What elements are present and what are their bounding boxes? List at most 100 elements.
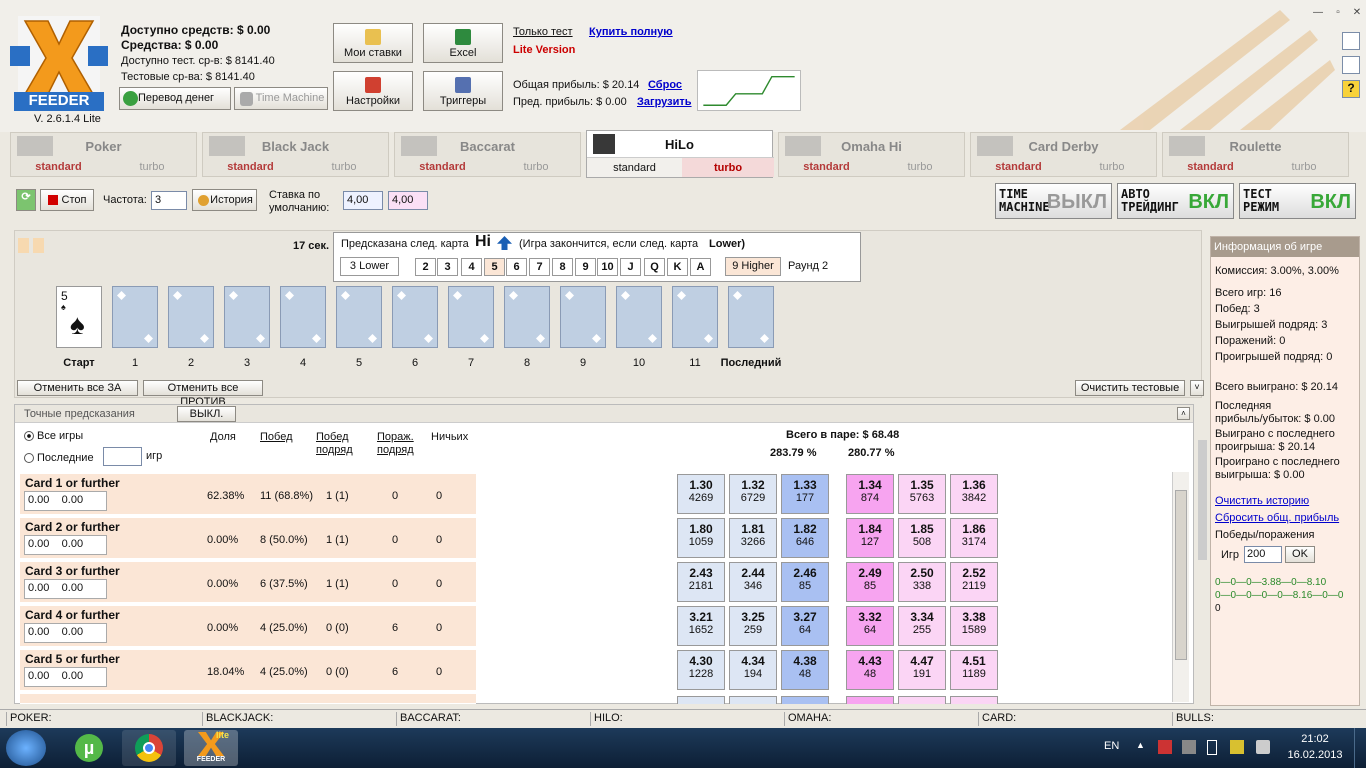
clear-history-link[interactable]: Очистить историю (1215, 495, 1309, 508)
splitter[interactable] (1196, 420, 1209, 704)
auto-trading-toggle[interactable]: АВТО ТРЕЙДИНГ ВКЛ (1117, 183, 1234, 219)
back-odds-button[interactable]: 1.33 177 (781, 474, 829, 514)
back-odds-button[interactable]: 1.81 3266 (729, 518, 777, 558)
lay-odds-button[interactable]: 3.34 255 (898, 606, 946, 646)
tab-omaha[interactable]: Omaha Hi standard turbo (778, 132, 965, 177)
lay-odds-button[interactable]: 4.51 1189 (950, 650, 998, 690)
only-test-link[interactable]: Только тест (513, 26, 573, 38)
lay-odds-button[interactable]: 3.32 64 (846, 606, 894, 646)
tab-card-derby[interactable]: Card Derby standard turbo (970, 132, 1157, 177)
tab-standard[interactable]: standard (395, 161, 490, 173)
tray-expand-icon[interactable]: ▲ (1136, 740, 1145, 750)
col-loss-streak[interactable]: Пораж. подряд (377, 431, 417, 457)
odds-button-partial[interactable] (677, 696, 725, 704)
frequency-stepper[interactable]: 3 (151, 191, 187, 210)
maximize-icon[interactable]: ▫ (1332, 8, 1344, 20)
clear-test-button[interactable]: Очистить тестовые (1075, 380, 1185, 396)
clock-date[interactable]: 16.02.2013 (1283, 749, 1347, 761)
row-stake-input[interactable]: 0.00 0.00 (24, 491, 107, 511)
battery-icon[interactable] (1207, 740, 1217, 755)
tab-turbo[interactable]: turbo (1066, 161, 1158, 173)
back-odds-button[interactable]: 2.44 346 (729, 562, 777, 602)
lay-odds-button[interactable]: 2.50 338 (898, 562, 946, 602)
utorrent-taskbar-button[interactable]: µ (62, 730, 116, 766)
tab-standard[interactable]: standard (971, 161, 1066, 173)
scrollbar[interactable] (1172, 472, 1189, 702)
back-odds-button[interactable]: 2.43 2181 (677, 562, 725, 602)
back-odds-button[interactable]: 1.32 6729 (729, 474, 777, 514)
reset-link[interactable]: Сброс (648, 79, 682, 91)
transfer-money-button[interactable]: Перевод денег (119, 87, 231, 110)
test-mode-toggle[interactable]: ТЕСТ РЕЖИМ ВКЛ (1239, 183, 1356, 219)
chrome-taskbar-button[interactable] (122, 730, 176, 766)
my-bets-button[interactable]: Мои ставки (333, 23, 413, 63)
default-bet-back-input[interactable]: 4,00 (343, 191, 383, 210)
last-games-radio[interactable] (24, 453, 34, 463)
cancel-all-for-button[interactable]: Отменить все ЗА (17, 380, 138, 396)
stop-button[interactable]: Стоп (40, 189, 94, 211)
tab-turbo[interactable]: turbo (298, 161, 390, 173)
collapse-icon[interactable]: ˅ (1190, 380, 1204, 396)
tab-standard[interactable]: standard (1163, 161, 1258, 173)
tab-turbo[interactable]: turbo (490, 161, 582, 173)
usb-icon[interactable] (1182, 740, 1196, 754)
triggers-button[interactable]: Триггеры (423, 71, 503, 111)
tab-turbo[interactable]: turbo (1258, 161, 1350, 173)
back-odds-button[interactable]: 1.80 1059 (677, 518, 725, 558)
back-odds-button[interactable]: 1.82 646 (781, 518, 829, 558)
col-win-streak[interactable]: Побед подряд (316, 431, 356, 457)
lay-odds-button[interactable]: 1.36 3842 (950, 474, 998, 514)
back-odds-button[interactable]: 4.34 194 (729, 650, 777, 690)
back-odds-button[interactable]: 2.46 85 (781, 562, 829, 602)
back-odds-button[interactable]: 3.25 259 (729, 606, 777, 646)
close-icon[interactable]: ✕ (1351, 8, 1363, 20)
splitter-handle[interactable] (1198, 440, 1207, 560)
odds-button-partial[interactable] (950, 696, 998, 704)
back-odds-button[interactable]: 3.27 64 (781, 606, 829, 646)
odds-button-partial[interactable] (846, 696, 894, 704)
row-stake-input[interactable]: 0.00 0.00 (24, 579, 107, 599)
clock-time[interactable]: 21:02 (1288, 733, 1342, 745)
history-button[interactable]: История (192, 189, 257, 211)
lay-odds-button[interactable]: 1.35 5763 (898, 474, 946, 514)
cancel-all-against-button[interactable]: Отменить все ПРОТИВ (143, 380, 263, 408)
all-games-radio[interactable] (24, 431, 34, 441)
default-bet-lay-input[interactable]: 4,00 (388, 191, 428, 210)
signal-icon[interactable] (1230, 740, 1244, 754)
tab-roulette[interactable]: Roulette standard turbo (1162, 132, 1349, 177)
lay-odds-button[interactable]: 2.49 85 (846, 562, 894, 602)
language-indicator[interactable]: EN (1104, 740, 1119, 752)
odds-button-partial[interactable] (781, 696, 829, 704)
tab-standard[interactable]: standard (203, 161, 298, 173)
volume-icon[interactable] (1256, 740, 1270, 754)
show-desktop-button[interactable] (1354, 728, 1366, 768)
tab-turbo[interactable]: turbo (874, 161, 966, 173)
predictions-off-button[interactable]: ВЫКЛ. (177, 406, 236, 422)
odds-button-partial[interactable] (729, 696, 777, 704)
tab-hilo[interactable]: HiLo standard turbo (586, 130, 774, 178)
tab-baccarat[interactable]: Baccarat standard turbo (394, 132, 581, 177)
scrollbar-thumb[interactable] (1175, 490, 1187, 660)
row-stake-input[interactable]: 0.00 0.00 (24, 623, 107, 643)
tab-standard[interactable]: standard (587, 157, 682, 177)
excel-button[interactable]: Excel (423, 23, 503, 63)
buy-full-link[interactable]: Купить полную (589, 26, 673, 38)
lay-odds-button[interactable]: 3.38 1589 (950, 606, 998, 646)
time-machine-button[interactable]: Time Machine (234, 87, 328, 110)
time-machine-toggle[interactable]: TIME MACHINE ВЫКЛ (995, 183, 1112, 219)
flag-icon[interactable] (1158, 740, 1172, 754)
lay-odds-button[interactable]: 1.85 508 (898, 518, 946, 558)
reset-profit-link[interactable]: Сбросить общ. прибыль (1215, 512, 1339, 525)
back-odds-button[interactable]: 4.30 1228 (677, 650, 725, 690)
back-odds-button[interactable]: 1.30 4269 (677, 474, 725, 514)
odds-button-partial[interactable] (898, 696, 946, 704)
minimize-icon[interactable]: — (1312, 8, 1324, 20)
lay-odds-button[interactable]: 4.47 191 (898, 650, 946, 690)
back-odds-button[interactable]: 3.21 1652 (677, 606, 725, 646)
last-games-input[interactable] (103, 447, 142, 466)
games-count-input[interactable]: 200 (1244, 546, 1282, 563)
settings-button[interactable]: Настройки (333, 71, 413, 111)
lay-odds-button[interactable]: 4.43 48 (846, 650, 894, 690)
xfeeder-taskbar-button[interactable]: lite FEEDER (184, 730, 238, 766)
start-button[interactable] (6, 730, 46, 766)
